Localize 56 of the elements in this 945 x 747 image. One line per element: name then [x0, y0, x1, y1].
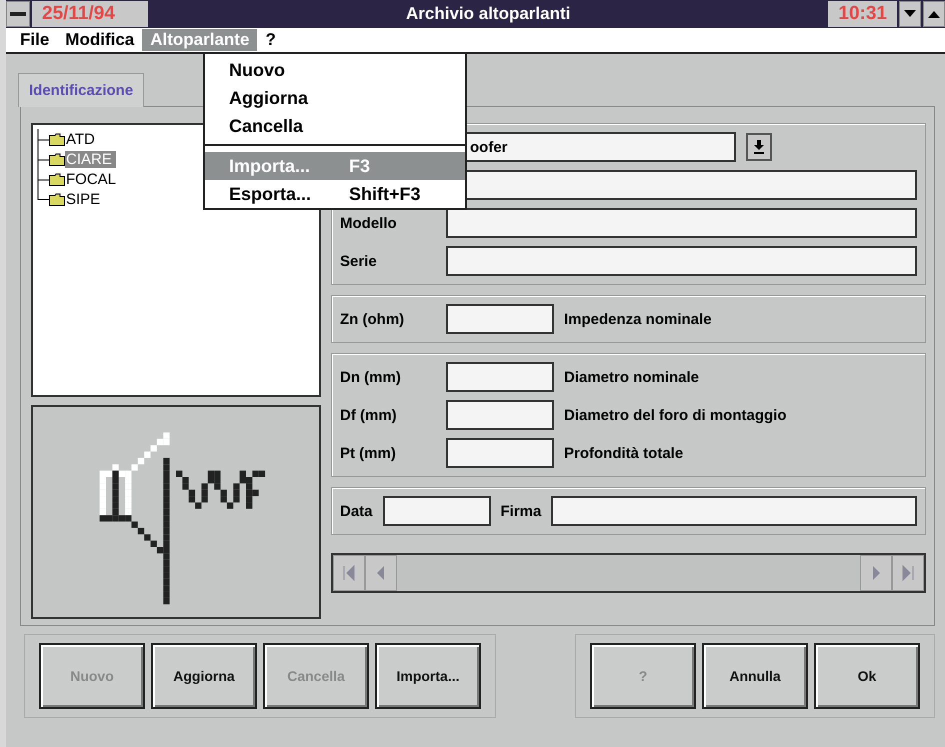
- window-title: Archivio altoparlanti: [405, 4, 572, 24]
- field-label: Data: [340, 502, 373, 520]
- action-button[interactable]: Aggiorna: [151, 643, 257, 709]
- field-description: Diametro nominale: [564, 368, 700, 386]
- tree-item[interactable]: CIARE: [65, 150, 116, 168]
- system-menu-button[interactable]: [6, 1, 30, 27]
- clock-display: 10:31: [828, 1, 897, 27]
- folder-icon: [49, 152, 65, 166]
- field-description: Impedenza nominale: [564, 310, 712, 328]
- menu-option[interactable]: Aggiorna: [205, 84, 465, 112]
- maximize-button[interactable]: [923, 1, 945, 27]
- field-label: Dn (mm): [340, 368, 402, 386]
- folder-icon: [49, 132, 65, 146]
- menu-option[interactable]: Nuovo: [205, 56, 465, 84]
- input-field[interactable]: [382, 496, 491, 526]
- menu-item[interactable]: ?: [257, 29, 284, 51]
- input-field[interactable]: [446, 208, 917, 238]
- tree-item[interactable]: SIPE: [65, 190, 104, 208]
- tree-line-icon: [37, 129, 49, 149]
- down-arrow-icon: [753, 140, 765, 154]
- tree-line-icon: [37, 149, 49, 169]
- last-icon: [902, 565, 914, 581]
- input-field[interactable]: [446, 362, 554, 392]
- first-icon: [343, 565, 355, 581]
- dialog-button[interactable]: Ok: [814, 643, 920, 709]
- folder-icon: [49, 192, 65, 206]
- right-triangle-icon: [871, 565, 881, 581]
- dialog-button[interactable]: Annulla: [702, 643, 808, 709]
- field-description: Diametro del foro di montaggio: [564, 406, 787, 424]
- input-field[interactable]: [446, 400, 554, 430]
- field-label: Df (mm): [340, 406, 398, 424]
- tab[interactable]: Identificazione: [18, 73, 144, 107]
- dropdown-button[interactable]: [746, 133, 772, 161]
- input-field[interactable]: [551, 496, 917, 526]
- down-triangle-icon: [904, 10, 916, 18]
- action-button[interactable]: Importa...: [375, 643, 481, 709]
- menu-item[interactable]: Modifica: [57, 29, 142, 51]
- field-label: Serie: [340, 252, 378, 270]
- field-label: Pt (mm): [340, 444, 397, 462]
- field-label: Modello: [340, 214, 398, 232]
- field-label: Zn (ohm): [340, 310, 406, 328]
- field-description: Profondità totale: [564, 444, 684, 462]
- minimize-button[interactable]: [899, 1, 921, 27]
- left-triangle-icon: [376, 565, 386, 581]
- input-field[interactable]: [446, 438, 554, 468]
- tree-item[interactable]: FOCAL: [65, 170, 120, 188]
- dash-icon: [10, 12, 26, 16]
- up-triangle-icon: [928, 10, 940, 18]
- tree-item[interactable]: ATD: [65, 130, 99, 148]
- input-field[interactable]: [446, 304, 554, 334]
- menu-option[interactable]: Esporta... Shift+F3: [205, 180, 465, 208]
- input-field[interactable]: [446, 246, 917, 276]
- folder-icon: [49, 172, 65, 186]
- field-label: Firma: [500, 502, 542, 520]
- date-display: 25/11/94: [32, 1, 148, 27]
- menu-item[interactable]: File: [12, 29, 58, 51]
